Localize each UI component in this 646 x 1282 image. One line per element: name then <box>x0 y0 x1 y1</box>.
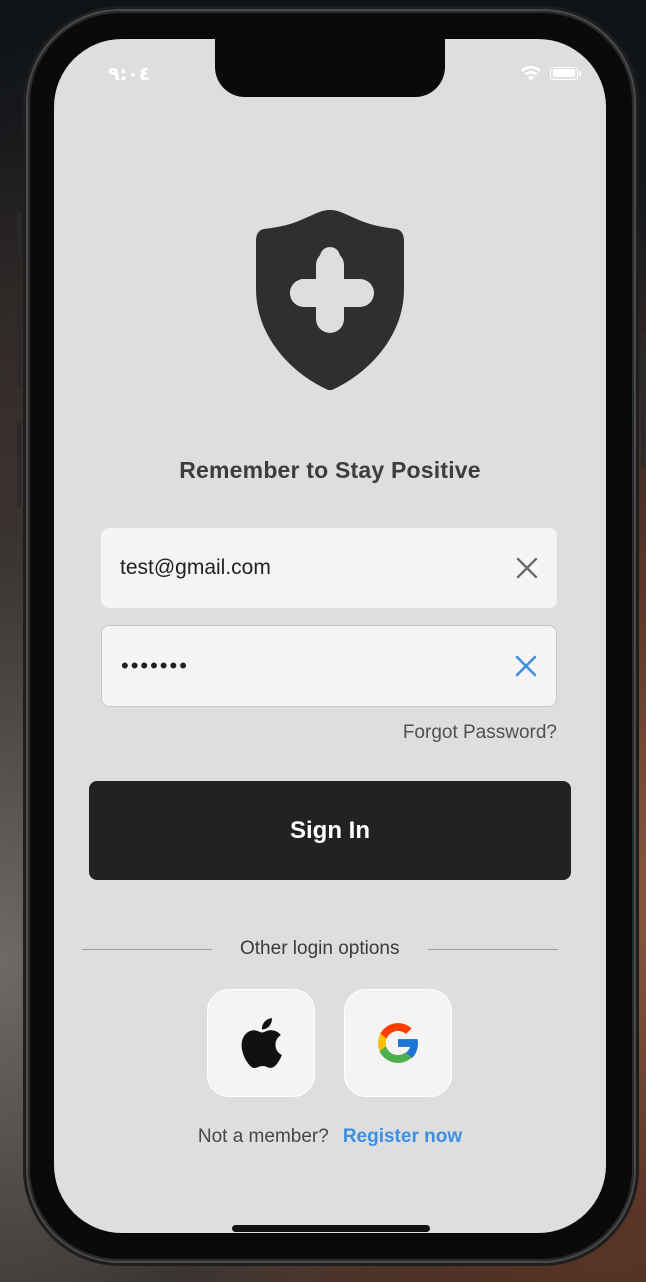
phone-frame: ٩:٠٤ .... Remember to Stay Positive test… <box>17 11 645 1261</box>
divider-line-left <box>82 948 212 950</box>
status-time: ٩:٠٤ <box>108 63 151 85</box>
page-title: Remember to Stay Positive <box>179 457 481 483</box>
shield-plus-icon <box>256 210 404 391</box>
register-row: Not a member? Register now <box>54 1126 606 1148</box>
divider-text: Other login options <box>240 938 400 959</box>
email-input[interactable] <box>118 555 497 581</box>
app-screen: ٩:٠٤ .... Remember to Stay Positive test… <box>54 39 606 1233</box>
volume-up-button <box>17 301 21 387</box>
close-icon <box>515 655 537 677</box>
register-now-link[interactable]: Register now <box>343 1126 462 1147</box>
close-icon <box>516 557 538 579</box>
email-clear-button[interactable] <box>497 528 557 608</box>
forgot-password-link[interactable]: Forgot Password? <box>403 722 557 744</box>
sign-in-button[interactable]: Sign In <box>89 781 571 880</box>
register-prompt: Not a member? <box>197 1126 329 1147</box>
apple-icon <box>241 1018 282 1069</box>
password-field <box>101 625 557 707</box>
notch <box>215 39 445 97</box>
mute-switch <box>17 211 21 255</box>
divider-line-right <box>427 948 558 950</box>
volume-down-button <box>17 421 21 507</box>
google-login-button[interactable] <box>344 989 452 1097</box>
power-button <box>641 333 645 467</box>
password-input[interactable] <box>119 652 496 680</box>
email-field <box>101 528 557 608</box>
google-icon <box>378 1023 420 1063</box>
status-icons: .... <box>496 65 581 81</box>
password-clear-button[interactable] <box>496 626 556 706</box>
signal-dots: .... <box>496 67 512 79</box>
home-indicator[interactable] <box>232 1225 430 1232</box>
other-login-divider: Other login options <box>82 936 578 962</box>
battery-icon <box>550 66 581 80</box>
wifi-icon <box>521 65 541 81</box>
apple-login-button[interactable] <box>207 989 315 1097</box>
